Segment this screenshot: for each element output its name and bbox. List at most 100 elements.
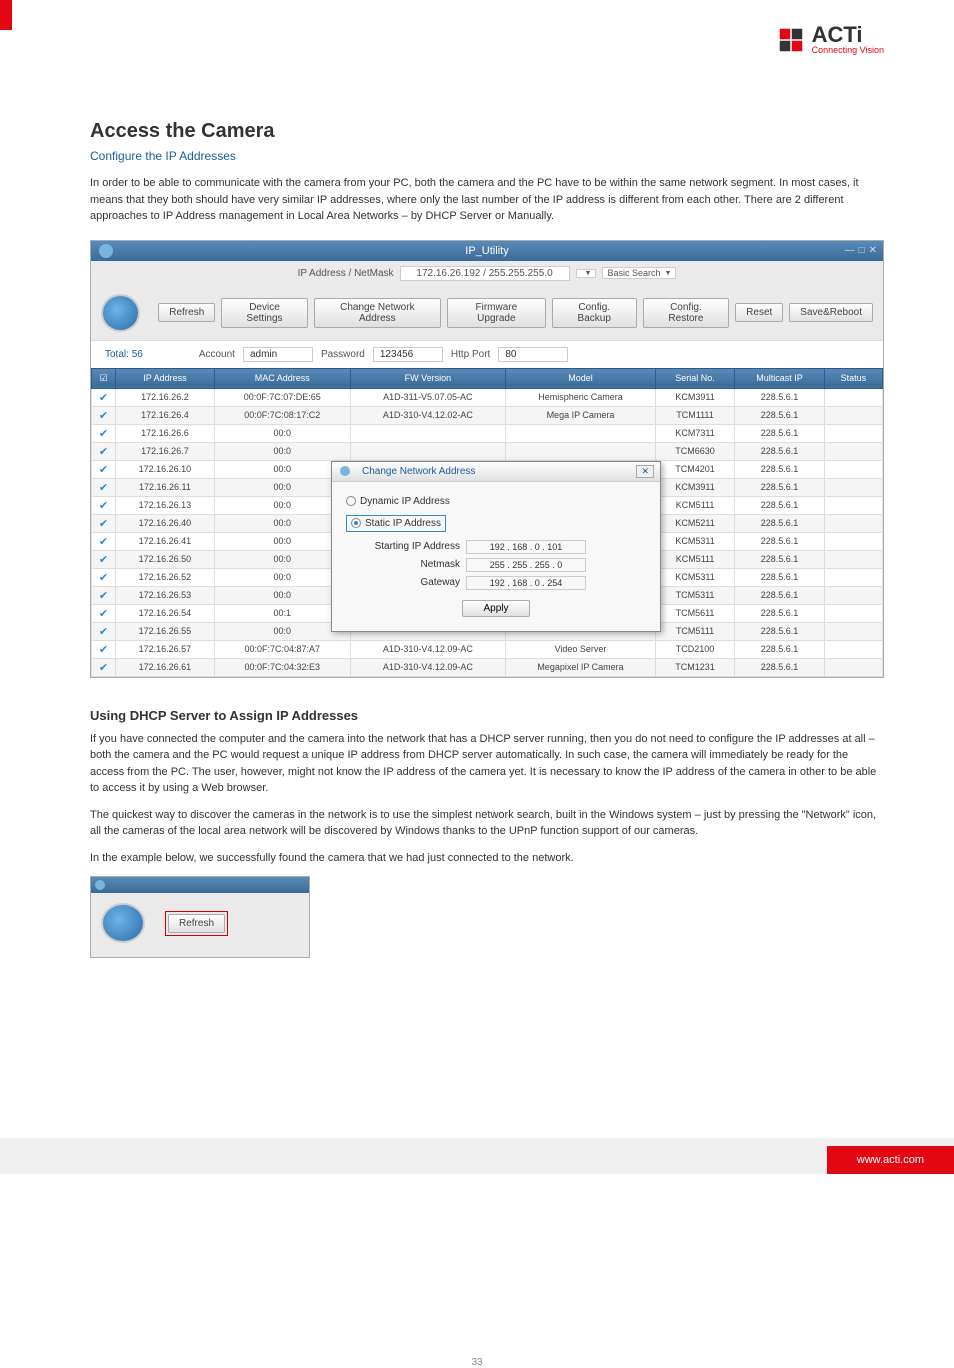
save-reboot-button[interactable]: Save&Reboot — [789, 303, 873, 322]
gateway-input[interactable]: 192 . 168 . 0 . 254 — [466, 576, 586, 590]
cell-serial: TCM5311 — [655, 586, 734, 604]
cell-mac: 00:0F:7C:08:17:C2 — [214, 406, 350, 424]
netmask-label: Netmask — [360, 559, 460, 570]
row-check[interactable]: ✔ — [92, 622, 116, 640]
cell-serial: KCM3911 — [655, 388, 734, 406]
table-row[interactable]: ✔ 172.16.26.6 00:0 KCM7311 228.5.6.1 — [92, 424, 883, 442]
cell-multicast: 228.5.6.1 — [735, 478, 825, 496]
cell-ip: 172.16.26.53 — [116, 586, 215, 604]
row-check[interactable]: ✔ — [92, 496, 116, 514]
col-multicast[interactable]: Multicast IP — [735, 368, 825, 388]
small-refresh-button[interactable]: Refresh — [168, 914, 225, 933]
row-check[interactable]: ✔ — [92, 640, 116, 658]
cell-status — [824, 478, 882, 496]
row-check[interactable]: ✔ — [92, 550, 116, 568]
cell-model: Megapixel IP Camera — [506, 658, 656, 676]
table-row[interactable]: ✔ 172.16.26.61 00:0F:7C:04:32:E3 A1D-310… — [92, 658, 883, 676]
http-port-label: Http Port — [451, 349, 490, 360]
cell-ip: 172.16.26.52 — [116, 568, 215, 586]
col-ip[interactable]: IP Address — [116, 368, 215, 388]
row-check[interactable]: ✔ — [92, 460, 116, 478]
netmask-input[interactable]: 255 . 255 . 255 . 0 — [466, 558, 586, 572]
col-model[interactable]: Model — [506, 368, 656, 388]
cell-mac: 00:0 — [214, 478, 350, 496]
cell-ip: 172.16.26.4 — [116, 406, 215, 424]
cell-mac: 00:0 — [214, 568, 350, 586]
cell-ip: 172.16.26.11 — [116, 478, 215, 496]
col-mac[interactable]: MAC Address — [214, 368, 350, 388]
config-restore-button[interactable]: Config. Restore — [643, 298, 729, 328]
device-settings-button[interactable]: Device Settings — [221, 298, 307, 328]
password-input[interactable]: 123456 — [373, 347, 443, 362]
check-all-header[interactable]: ☑ — [92, 368, 116, 388]
apply-button[interactable]: Apply — [462, 600, 529, 617]
col-serial[interactable]: Serial No. — [655, 368, 734, 388]
total-label: Total: 56 — [105, 349, 143, 360]
cell-serial: TCM1231 — [655, 658, 734, 676]
cell-serial: KCM3911 — [655, 478, 734, 496]
cell-serial: KCM5211 — [655, 514, 734, 532]
row-check[interactable]: ✔ — [92, 658, 116, 676]
cell-multicast: 228.5.6.1 — [735, 586, 825, 604]
row-check[interactable]: ✔ — [92, 406, 116, 424]
close-icon[interactable]: ✕ — [869, 245, 877, 256]
minimize-icon[interactable]: — — [845, 245, 855, 256]
starting-ip-input[interactable]: 192 . 168 . 0 . 101 — [466, 540, 586, 554]
cell-ip: 172.16.26.57 — [116, 640, 215, 658]
cell-serial: KCM5311 — [655, 568, 734, 586]
search-type[interactable]: Basic Search▼ — [602, 267, 676, 279]
row-check[interactable]: ✔ — [92, 532, 116, 550]
table-row[interactable]: ✔ 172.16.26.57 00:0F:7C:04:87:A7 A1D-310… — [92, 640, 883, 658]
dialog-icon — [340, 466, 350, 476]
row-check[interactable]: ✔ — [92, 568, 116, 586]
cell-fw — [350, 442, 505, 460]
row-check[interactable]: ✔ — [92, 478, 116, 496]
maximize-icon[interactable]: □ — [859, 245, 865, 256]
cell-fw — [350, 424, 505, 442]
dhcp-p2b: In the example below, we successfully fo… — [90, 850, 884, 867]
cell-mac: 00:0F:7C:04:32:E3 — [214, 658, 350, 676]
http-port-input[interactable]: 80 — [498, 347, 568, 362]
cell-ip: 172.16.26.13 — [116, 496, 215, 514]
col-status[interactable]: Status — [824, 368, 882, 388]
row-check[interactable]: ✔ — [92, 514, 116, 532]
dynamic-ip-radio[interactable]: Dynamic IP Address — [346, 496, 646, 507]
search-value[interactable]: 172.16.26.192 / 255.255.255.0 — [400, 266, 570, 281]
cell-multicast: 228.5.6.1 — [735, 568, 825, 586]
brand-logo: ACTi Connecting Vision — [776, 25, 884, 55]
acti-logo-icon — [776, 25, 806, 55]
col-fw[interactable]: FW Version — [350, 368, 505, 388]
cell-status — [824, 406, 882, 424]
row-check[interactable]: ✔ — [92, 424, 116, 442]
row-check[interactable]: ✔ — [92, 586, 116, 604]
cell-multicast: 228.5.6.1 — [735, 388, 825, 406]
table-row[interactable]: ✔ 172.16.26.2 00:0F:7C:07:DE:65 A1D-311-… — [92, 388, 883, 406]
brand-name: ACTi — [812, 25, 884, 45]
table-row[interactable]: ✔ 172.16.26.7 00:0 TCM6630 228.5.6.1 — [92, 442, 883, 460]
account-input[interactable]: admin — [243, 347, 313, 362]
cell-status — [824, 586, 882, 604]
cell-status — [824, 514, 882, 532]
cell-status — [824, 658, 882, 676]
row-check[interactable]: ✔ — [92, 388, 116, 406]
table-row[interactable]: ✔ 172.16.26.4 00:0F:7C:08:17:C2 A1D-310-… — [92, 406, 883, 424]
row-check[interactable]: ✔ — [92, 442, 116, 460]
cell-mac: 00:0 — [214, 424, 350, 442]
cell-mac: 00:0 — [214, 550, 350, 568]
cell-ip: 172.16.26.40 — [116, 514, 215, 532]
cell-status — [824, 424, 882, 442]
cell-status — [824, 496, 882, 514]
reset-button[interactable]: Reset — [735, 303, 783, 322]
change-network-address-button[interactable]: Change Network Address — [314, 298, 441, 328]
dialog-close-button[interactable]: ✕ — [636, 465, 654, 478]
row-check[interactable]: ✔ — [92, 604, 116, 622]
window-controls[interactable]: — □ ✕ — [845, 245, 877, 256]
cell-mac: 00:1 — [214, 604, 350, 622]
firmware-upgrade-button[interactable]: Firmware Upgrade — [447, 298, 546, 328]
config-backup-button[interactable]: Config. Backup — [552, 298, 637, 328]
search-dropdown-arrow[interactable]: ▼ — [576, 269, 597, 278]
static-ip-radio[interactable]: Static IP Address — [346, 515, 446, 532]
window-title: IP_Utility — [465, 245, 508, 257]
refresh-button[interactable]: Refresh — [158, 303, 215, 322]
cell-mac: 00:0 — [214, 586, 350, 604]
